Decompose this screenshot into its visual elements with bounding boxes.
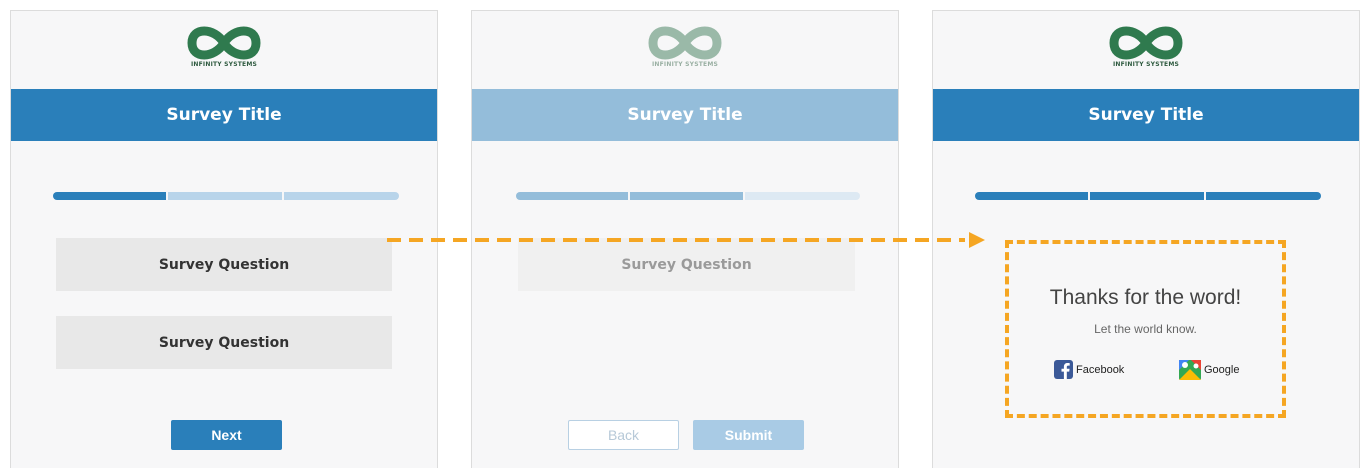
- facebook-label: Facebook: [1076, 363, 1125, 376]
- back-button[interactable]: Back: [568, 420, 679, 450]
- google-maps-icon: [1179, 360, 1201, 380]
- infinity-logo-icon: [1109, 26, 1183, 60]
- survey-title: Survey Title: [166, 105, 282, 125]
- survey-title: Survey Title: [627, 105, 743, 125]
- progress-segment: [1206, 192, 1321, 200]
- progress-bar: [516, 192, 860, 200]
- progress-segment: [53, 192, 166, 200]
- survey-title-bar: Survey Title: [933, 89, 1359, 141]
- progress-segment: [516, 192, 628, 200]
- logo-text: INFINITY SYSTEMS: [190, 61, 258, 68]
- google-label: Google: [1204, 364, 1240, 376]
- next-button[interactable]: Next: [171, 420, 282, 450]
- progress-segment: [745, 192, 860, 200]
- progress-bar: [53, 192, 399, 200]
- thanks-heading: Thanks for the word!: [1049, 286, 1242, 309]
- facebook-icon: [1054, 360, 1073, 379]
- progress-bar: [975, 192, 1321, 200]
- progress-segment: [168, 192, 282, 200]
- infinity-logo-icon: [187, 26, 261, 60]
- survey-question[interactable]: Survey Question: [56, 316, 392, 369]
- dashed-arrow-icon: [387, 232, 985, 248]
- logo-text: INFINITY SYSTEMS: [651, 61, 719, 68]
- survey-panel-step-1: INFINITY SYSTEMS Survey Title Survey Que…: [10, 10, 438, 468]
- infinity-logo-icon: [648, 26, 722, 60]
- thanks-highlight-box: Thanks for the word! Let the world know.…: [1005, 240, 1286, 418]
- logo: INFINITY SYSTEMS: [933, 23, 1359, 83]
- logo: INFINITY SYSTEMS: [11, 23, 437, 83]
- survey-title-bar: Survey Title: [11, 89, 437, 141]
- facebook-share-link[interactable]: Facebook: [1054, 360, 1124, 379]
- survey-title-bar: Survey Title: [472, 89, 898, 141]
- survey-question[interactable]: Survey Question: [56, 238, 392, 291]
- progress-segment: [630, 192, 743, 200]
- progress-segment: [284, 192, 399, 200]
- logo: INFINITY SYSTEMS: [472, 23, 898, 83]
- thanks-subheading: Let the world know.: [1094, 322, 1197, 336]
- progress-segment: [1090, 192, 1204, 200]
- submit-button[interactable]: Submit: [693, 420, 804, 450]
- google-share-link[interactable]: Google: [1179, 360, 1239, 380]
- progress-segment: [975, 192, 1088, 200]
- survey-title: Survey Title: [1088, 105, 1204, 125]
- logo-text: INFINITY SYSTEMS: [1112, 61, 1180, 68]
